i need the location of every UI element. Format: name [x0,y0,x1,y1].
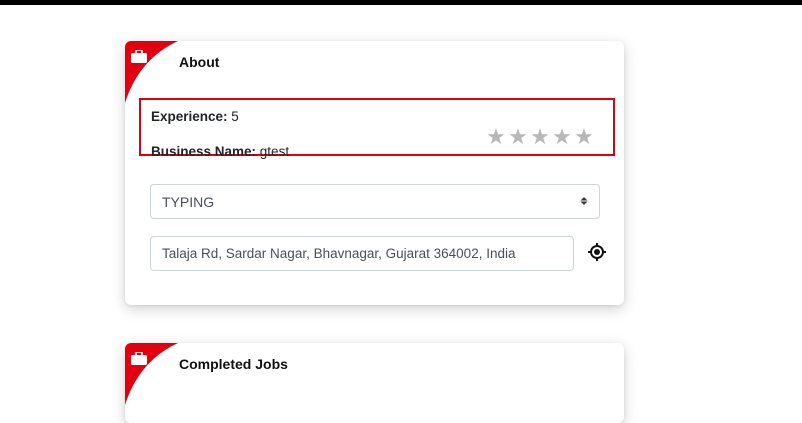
address-input-value: Talaja Rd, Sardar Nagar, Bhavnagar, Guja… [162,246,516,261]
about-info-box: Experience: 5 Business Name: gtest ★ ★ ★ ★ ★ [139,98,615,159]
experience-value: 5 [227,109,239,124]
business-name-value: gtest [256,144,290,159]
about-card: About Experience: 5 Business Name: gtest… [125,41,624,305]
star-icon: ★ [486,124,506,149]
star-icon: ★ [574,124,594,149]
completed-jobs-card: Completed Jobs [125,343,624,423]
service-select[interactable]: TYPING [150,184,600,219]
experience-label: Experience: [151,109,228,124]
completed-jobs-title: Completed Jobs [179,356,288,372]
rating-stars: ★ ★ ★ ★ ★ [485,126,595,148]
star-icon: ★ [530,124,550,149]
top-bar [0,0,802,5]
star-icon: ★ [552,124,572,149]
business-name-label: Business Name: [151,144,257,159]
experience-row: Experience: 5 [151,109,239,124]
briefcase-icon [131,352,147,365]
business-name-row: Business Name: gtest [151,144,289,159]
card-corner-ribbon [125,41,185,103]
star-icon: ★ [508,124,528,149]
service-select-value: TYPING [162,194,215,210]
briefcase-icon [131,50,147,63]
address-input[interactable]: Talaja Rd, Sardar Nagar, Bhavnagar, Guja… [150,236,574,271]
crosshair-icon[interactable] [587,242,607,262]
sort-arrows-icon [580,197,588,205]
card-corner-ribbon [125,343,185,405]
about-title: About [179,54,220,70]
